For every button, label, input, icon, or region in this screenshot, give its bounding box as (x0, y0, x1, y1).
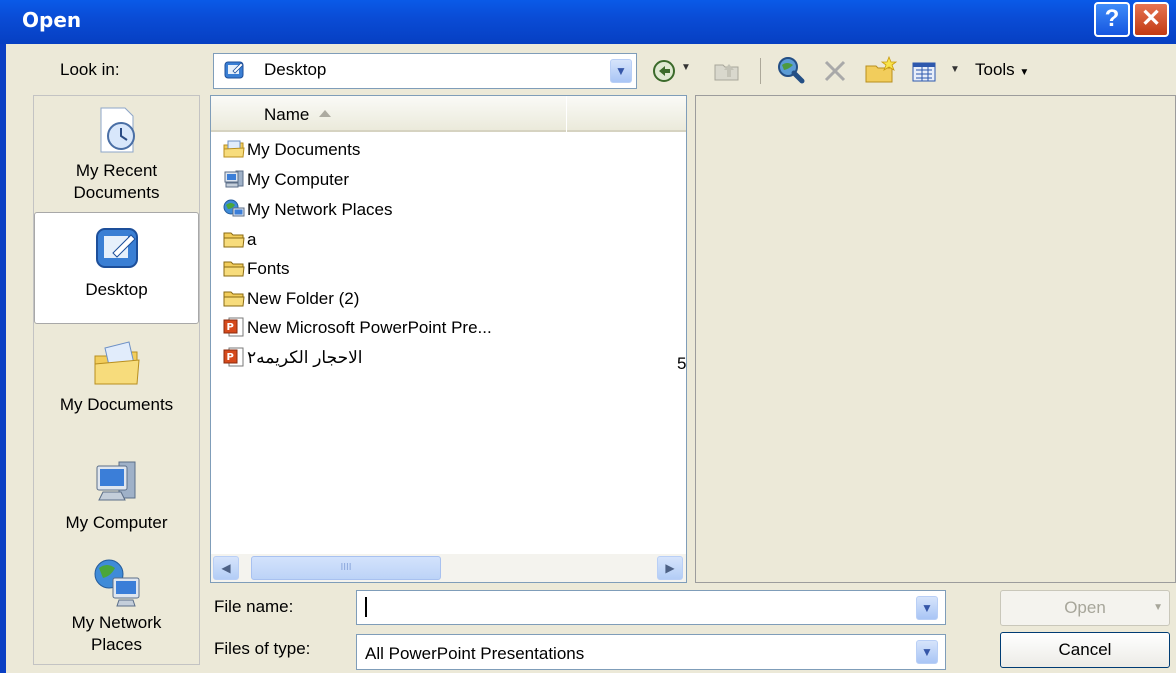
preview-pane (695, 95, 1176, 583)
column-header-empty[interactable] (567, 96, 686, 132)
look-in-dropdown[interactable]: Desktop ▼ (213, 53, 637, 89)
place-label-line1: My Network (71, 613, 162, 632)
list-item-label: Fonts (247, 259, 290, 278)
network-places-icon (94, 559, 139, 607)
place-label-line1: Desktop (85, 280, 148, 299)
recent-documents-icon (100, 107, 135, 153)
place-desktop[interactable]: Desktop (34, 212, 199, 324)
list-item[interactable]: a (223, 226, 256, 254)
file-name-input[interactable]: ▼ (356, 590, 946, 625)
file-type-label: Files of type: (214, 639, 311, 658)
open-button-label: Open (1064, 598, 1106, 617)
file-type-select[interactable]: All PowerPoint Presentations ▼ (356, 634, 946, 670)
folder-icon (223, 291, 245, 307)
chevron-down-icon[interactable]: ▼ (916, 640, 938, 664)
folder-icon (223, 232, 245, 248)
back-icon[interactable] (651, 58, 677, 84)
back-dropdown-icon[interactable]: ▼ (681, 62, 691, 73)
open-button[interactable]: Open ▼ (1000, 590, 1170, 626)
powerpoint-file-icon: P (223, 347, 244, 367)
sort-ascending-icon (319, 110, 331, 117)
my-documents-icon (94, 341, 140, 385)
look-in-label: Look in: (60, 60, 120, 79)
window-title: Open (22, 8, 82, 32)
place-label-line1: My Computer (65, 513, 168, 532)
look-in-value: Desktop (264, 60, 327, 79)
powerpoint-file-icon: P (223, 317, 244, 337)
toolbar-separator (760, 58, 761, 84)
tools-dropdown-icon: ▼ (1019, 67, 1030, 78)
desktop-icon (224, 61, 244, 79)
file-type-value: All PowerPoint Presentations (365, 644, 585, 663)
svg-text:P: P (227, 352, 234, 363)
list-item-label: My Computer (247, 170, 350, 189)
list-item[interactable]: Fonts (223, 255, 290, 283)
list-item[interactable]: P الاحجار الكريمه٢ (223, 344, 363, 372)
list-item-trailing-text: 5 (677, 354, 687, 373)
list-item-label: My Network Places (247, 200, 393, 219)
list-item-label: New Folder (2) (247, 289, 360, 308)
window-border (0, 44, 6, 673)
place-my-network[interactable]: My Network Places (34, 556, 199, 656)
place-label-line1: My Recent (75, 161, 158, 180)
views-dropdown-icon[interactable]: ▼ (950, 64, 960, 75)
place-recent-documents[interactable]: My Recent Documents (34, 104, 199, 204)
scroll-grip: IIII (340, 562, 352, 573)
svg-text:P: P (227, 322, 234, 333)
cancel-button[interactable]: Cancel (1000, 632, 1170, 668)
folder-icon (223, 261, 245, 277)
horizontal-scrollbar[interactable]: ◀ IIII ▶ (211, 554, 686, 582)
places-bar: My Recent Documents Desktop My Documents… (33, 95, 200, 665)
title-bar[interactable]: Open ? ✕ (0, 0, 1176, 44)
my-computer-icon (96, 461, 135, 501)
place-my-computer[interactable]: My Computer (34, 456, 199, 534)
delete-icon[interactable] (822, 58, 848, 84)
up-one-level-icon[interactable] (713, 57, 741, 83)
list-item[interactable]: P New Microsoft PowerPoint Pre... (223, 314, 492, 342)
file-name-label: File name: (214, 597, 294, 616)
place-my-documents[interactable]: My Documents (34, 338, 199, 416)
list-item[interactable]: New Folder (2) (223, 285, 359, 313)
desktop-icon (95, 228, 138, 268)
file-list[interactable]: Name My Documents My Computer My Network… (210, 95, 687, 583)
list-item-label: a (247, 230, 257, 249)
place-label-line2: Documents (73, 183, 160, 202)
close-button[interactable]: ✕ (1133, 2, 1169, 37)
scroll-left-button[interactable]: ◀ (213, 556, 239, 580)
place-label-line2: Places (90, 635, 143, 654)
chevron-down-icon[interactable]: ▼ (610, 59, 632, 83)
help-button[interactable]: ? (1094, 2, 1130, 37)
open-dropdown-icon[interactable]: ▼ (1153, 591, 1163, 625)
search-web-icon[interactable] (775, 55, 807, 85)
scroll-thumb[interactable]: IIII (251, 556, 441, 580)
views-icon[interactable] (912, 61, 936, 83)
column-header-name[interactable]: Name (211, 96, 566, 132)
place-label-line1: My Documents (59, 395, 174, 414)
list-item-label: الاحجار الكريمه٢ (247, 348, 363, 367)
list-item[interactable]: My Documents (223, 136, 360, 164)
chevron-down-icon[interactable]: ▼ (916, 596, 938, 620)
text-caret (365, 597, 367, 617)
column-name-label: Name (264, 105, 310, 124)
tools-menu[interactable]: Tools ▼ (975, 60, 1029, 80)
list-item-label: New Microsoft PowerPoint Pre... (247, 318, 492, 337)
new-folder-icon[interactable] (864, 55, 898, 85)
list-item[interactable]: My Computer (223, 166, 349, 194)
tools-label: Tools (975, 60, 1015, 79)
list-item-label: My Documents (247, 140, 361, 159)
my-computer-icon (224, 170, 244, 188)
network-places-icon (223, 199, 245, 217)
scroll-right-button[interactable]: ▶ (657, 556, 683, 580)
my-documents-icon (223, 140, 245, 158)
list-item[interactable]: My Network Places (223, 196, 392, 224)
